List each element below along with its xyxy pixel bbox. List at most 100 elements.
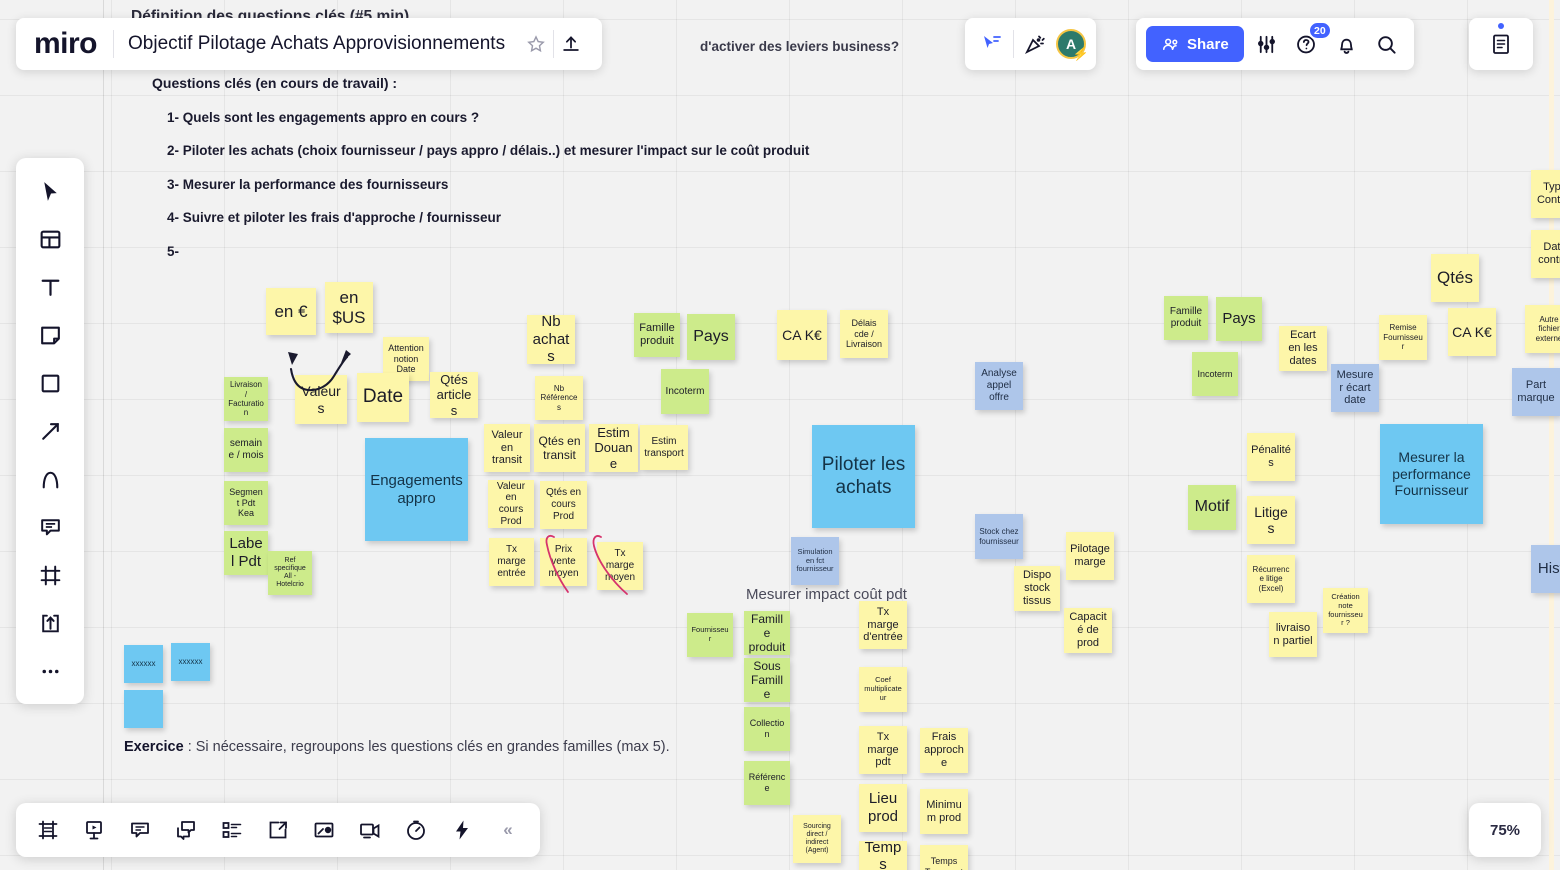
sticky-note[interactable]: Histo	[1531, 545, 1560, 593]
video-chat[interactable]	[350, 810, 390, 850]
sticky-note[interactable]: Qtés articles	[430, 372, 478, 418]
sticky-note[interactable]: Collection	[744, 707, 790, 751]
sticky-note[interactable]: Label Pdt	[224, 531, 268, 575]
board-title[interactable]: Objectif Pilotage Achats Approvisionneme…	[114, 33, 519, 55]
sticky-note[interactable]: Segment Pdt Kea	[224, 481, 268, 525]
sticky-note[interactable]: Litiges	[1247, 496, 1295, 544]
sticky-note[interactable]: Mesurer écart date	[1331, 364, 1379, 412]
voting[interactable]	[442, 810, 482, 850]
notes-panel-icon[interactable]	[1484, 27, 1518, 61]
frames-panel[interactable]	[28, 810, 68, 850]
shapes-tool[interactable]	[27, 360, 73, 406]
sliders-icon[interactable]	[1250, 27, 1284, 61]
miro-logo[interactable]: miro	[34, 29, 98, 59]
sticky-note[interactable]: Pays	[1216, 297, 1262, 341]
sticky-note[interactable]: Sous Famille	[744, 658, 790, 702]
sticky-note[interactable]: CA K€	[1448, 308, 1496, 356]
sticky-note[interactable]: Date	[357, 373, 409, 422]
presentation-mode[interactable]	[74, 810, 114, 850]
sticky-note[interactable]: semaine / mois	[224, 428, 268, 472]
sticky-note[interactable]: Famille produit	[1164, 296, 1208, 340]
sticky-note[interactable]: Ref specifique All - Hotelcrio	[268, 551, 312, 595]
sticky-note[interactable]: Part marque	[1512, 368, 1560, 416]
sticky-note[interactable]: Incoterm	[661, 369, 709, 414]
sticky-note[interactable]: Mesurer la performance Fournisseur	[1380, 424, 1483, 524]
sticky-note[interactable]: Famille produit	[744, 611, 790, 655]
sticky-note[interactable]: Pénalités	[1247, 433, 1295, 481]
avatar[interactable]: A ⚡	[1056, 29, 1089, 60]
sticky-note[interactable]: Livraison / Facturation	[224, 377, 268, 421]
sticky-note[interactable]: Fournisseur	[687, 613, 733, 657]
chat-panel[interactable]	[166, 810, 206, 850]
select-tool[interactable]	[27, 168, 73, 214]
comment-tool[interactable]	[27, 504, 73, 550]
sticky-note[interactable]: Frais approche	[920, 728, 968, 773]
cursor-share-icon[interactable]	[975, 27, 1009, 61]
search-icon[interactable]	[1370, 27, 1404, 61]
sticky-note[interactable]: Lieu prod	[859, 784, 907, 832]
sticky-note[interactable]: Récurrence litige (Excel)	[1247, 555, 1295, 603]
sticky-note[interactable]: Nb achats	[527, 315, 575, 364]
comments-panel[interactable]	[120, 810, 160, 850]
share-button[interactable]: Share	[1146, 26, 1244, 62]
sticky-note[interactable]: Tx marge pdt	[859, 726, 907, 774]
sticky-note[interactable]: Valeur en transit	[484, 424, 530, 472]
sticky-note[interactable]: Estim Douane	[589, 424, 638, 472]
zoom-level-badge[interactable]: 75%	[1469, 803, 1541, 857]
sticky-note[interactable]: Pays	[687, 314, 735, 360]
sticky-note[interactable]: Qtés en cours Prod	[540, 481, 587, 529]
sticky-note[interactable]: Motif	[1188, 485, 1236, 530]
sticky-note[interactable]: Valeur en cours Prod	[488, 480, 534, 528]
text-tool[interactable]	[27, 264, 73, 310]
screen-share[interactable]	[304, 810, 344, 850]
frame-tool[interactable]	[27, 552, 73, 598]
sticky-note[interactable]: Tx marge moyen	[597, 542, 643, 590]
upload-tool[interactable]	[27, 600, 73, 646]
sticky-note[interactable]: Délais cde / Livraison	[840, 310, 888, 358]
sticky-note[interactable]: Famille produit	[634, 313, 680, 357]
more-tools[interactable]	[27, 648, 73, 694]
sticky-note[interactable]: Minimum prod	[920, 789, 968, 834]
sticky-note[interactable]: Référence	[744, 761, 790, 805]
sticky-note[interactable]: xxxxxx	[124, 645, 163, 683]
connector-tool[interactable]	[27, 408, 73, 454]
sticky-note[interactable]: Ecart en les dates	[1279, 326, 1327, 371]
sticky-note[interactable]	[124, 690, 163, 728]
sticky-note[interactable]: Création note fournisseur ?	[1323, 588, 1368, 633]
help-icon[interactable]: 20	[1290, 21, 1332, 61]
sticky-note[interactable]: Temps Prod	[859, 841, 907, 870]
sticky-note[interactable]: Type Contrat	[1531, 170, 1560, 218]
sticky-note[interactable]: Engagements appro	[365, 438, 468, 541]
sticky-note[interactable]: Dispo stock tissus	[1014, 566, 1060, 611]
sticky-note[interactable]: CA K€	[777, 310, 827, 360]
board-canvas[interactable]: Définition des questions clés (#5 min) Q…	[0, 0, 1560, 870]
sticky-note[interactable]: Simulation en fct fournisseur	[791, 537, 839, 585]
sticky-note[interactable]: Sourcing direct / indirect (Agent)	[793, 815, 841, 863]
sticky-note[interactable]: Autre fichier externe	[1525, 305, 1560, 353]
sticky-note[interactable]: livraison partiel	[1269, 612, 1317, 657]
tasks-panel[interactable]	[212, 810, 252, 850]
pen-tool[interactable]	[27, 456, 73, 502]
timer[interactable]	[396, 810, 436, 850]
sticky-note[interactable]: Qtés	[1431, 254, 1479, 302]
star-icon[interactable]	[519, 27, 553, 61]
sticky-note[interactable]: Capacité de prod	[1064, 608, 1112, 653]
celebrate-icon[interactable]	[1018, 27, 1052, 61]
sticky-note[interactable]: Date contrat	[1531, 230, 1560, 278]
upload-icon[interactable]	[554, 27, 588, 61]
sticky-note[interactable]: Nb Références	[535, 376, 583, 420]
sticky-note[interactable]: Pilotage marge	[1066, 532, 1114, 580]
sticky-note[interactable]: Tx marge entrée	[489, 538, 534, 586]
collapse-toolbar[interactable]: «	[488, 810, 528, 850]
sticky-note[interactable]: en €	[266, 288, 316, 335]
sticky-note[interactable]: xxxxxx	[171, 643, 210, 681]
bell-icon[interactable]	[1330, 27, 1364, 61]
sticky-note[interactable]: Prix vente moyen	[540, 538, 587, 586]
sticky-note[interactable]: en $US	[325, 282, 373, 333]
sticky-note[interactable]: Analyse appel offre	[975, 362, 1023, 410]
sticky-note[interactable]: Piloter les achats	[812, 425, 915, 528]
sticky-note[interactable]: Coef multiplicateur	[859, 667, 907, 712]
sticky-note[interactable]: Estim transport	[640, 425, 688, 470]
sticky-note[interactable]: Temps Transport	[920, 845, 968, 870]
sticky-note[interactable]: Qtés en transit	[534, 424, 585, 472]
